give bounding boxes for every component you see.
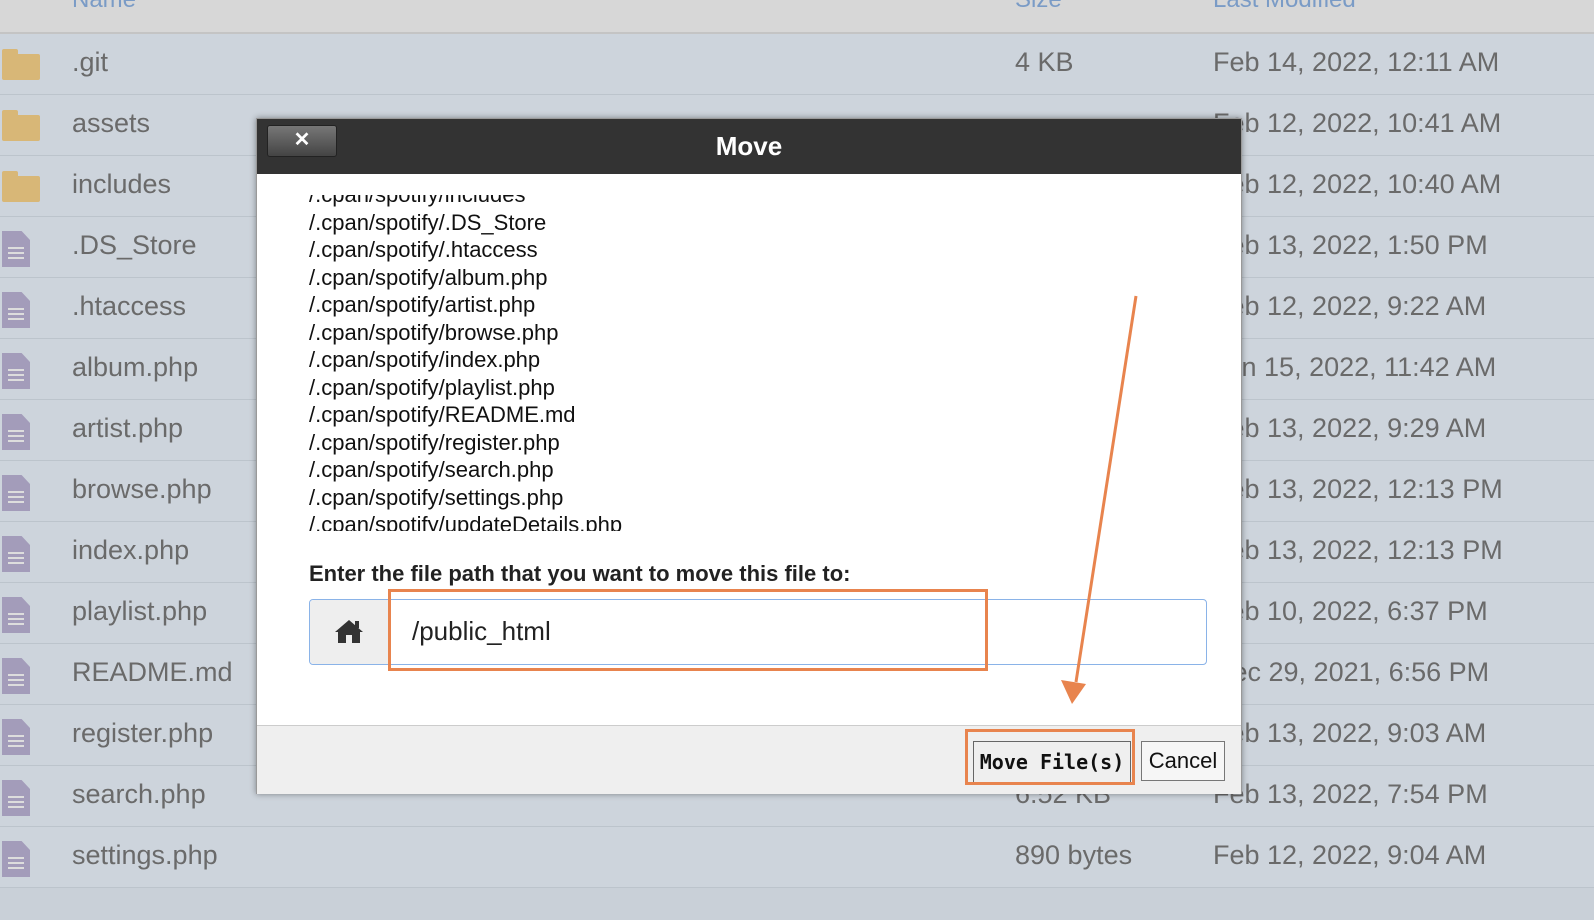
folder-icon: [2, 171, 40, 202]
file-modified: Feb 13, 2022, 9:29 AM: [1213, 413, 1487, 443]
file-icon: [2, 841, 30, 877]
folder-icon: [2, 110, 40, 141]
dialog-title: Move: [715, 131, 783, 161]
selected-file-path: /.cpan/spotify/playlist.php: [309, 374, 555, 400]
file-size: 890 bytes: [1015, 840, 1133, 870]
file-modified: Feb 13, 2022, 12:13 PM: [1213, 535, 1503, 565]
home-addon: [310, 600, 391, 664]
selected-file-path: /.cpan/spotify/index.php: [309, 347, 541, 372]
selected-file-path: /.cpan/spotify/README.md: [309, 402, 576, 427]
file-modified: Feb 14, 2022, 12:11 AM: [1213, 47, 1500, 77]
file-modified: Dec 29, 2021, 6:56 PM: [1213, 657, 1490, 687]
file-modified: Feb 13, 2022, 7:54 PM: [1213, 779, 1488, 809]
column-name-header[interactable]: Name: [72, 0, 136, 14]
file-modified: Feb 13, 2022, 1:50 PM: [1213, 230, 1488, 260]
file-name[interactable]: playlist.php: [72, 596, 207, 627]
file-list-header: Name Size Last Modified: [0, 0, 1594, 34]
file-row[interactable]: .git 4 KB Feb 14, 2022, 12:11 AM: [0, 34, 1594, 95]
selected-files-list[interactable]: /.cpan/spotify/includes/.cpan/spotify/.D…: [309, 195, 1009, 531]
file-icon: [2, 658, 30, 694]
file-icon: [2, 780, 30, 816]
file-modified: Feb 12, 2022, 10:40 AM: [1213, 169, 1502, 199]
file-icon: [2, 231, 30, 267]
move-dialog: ✕ Move /.cpan/spotify/includes/.cpan/spo…: [256, 118, 1242, 794]
selected-file-path: /.cpan/spotify/includes: [309, 195, 1009, 209]
file-modified: Feb 13, 2022, 9:03 AM: [1213, 718, 1487, 748]
file-name[interactable]: assets: [72, 108, 150, 139]
file-icon: [2, 414, 30, 450]
input-highlight-annotation: [388, 589, 988, 671]
file-modified: Feb 12, 2022, 10:41 AM: [1213, 108, 1502, 138]
selected-file-path: /.cpan/spotify/browse.php: [309, 319, 559, 345]
file-name[interactable]: .htaccess: [72, 291, 186, 322]
selected-file-path: /.cpan/spotify/register.php: [309, 429, 560, 455]
cancel-button[interactable]: Cancel: [1141, 741, 1225, 781]
file-modified: Feb 12, 2022, 9:22 AM: [1213, 291, 1487, 321]
file-name[interactable]: includes: [72, 169, 171, 200]
selected-file-path: /.cpan/spotify/artist.php: [309, 292, 536, 317]
file-size: 4 KB: [1015, 47, 1074, 77]
file-icon: [2, 719, 30, 755]
file-name[interactable]: search.php: [72, 779, 206, 810]
selected-file-path: /.cpan/spotify/updateDetails.php: [309, 512, 623, 531]
file-icon: [2, 597, 30, 633]
move-button-highlight-annotation: [965, 729, 1135, 785]
file-name[interactable]: index.php: [72, 535, 189, 566]
file-name[interactable]: .DS_Store: [72, 230, 197, 261]
file-icon: [2, 536, 30, 572]
folder-icon: [2, 49, 40, 80]
file-icon: [2, 353, 30, 389]
selected-file-path: /.cpan/spotify/album.php: [309, 264, 548, 290]
file-name[interactable]: .git: [72, 47, 108, 78]
selected-file-path: /.cpan/spotify/settings.php: [309, 484, 564, 510]
column-modified-header[interactable]: Last Modified: [1213, 0, 1356, 14]
file-name[interactable]: settings.php: [72, 840, 218, 871]
file-name[interactable]: album.php: [72, 352, 198, 383]
file-modified: Feb 13, 2022, 12:13 PM: [1213, 474, 1503, 504]
file-name[interactable]: README.md: [72, 657, 233, 688]
selected-file-path: /.cpan/spotify/.DS_Store: [309, 209, 547, 235]
dialog-titlebar: ✕ Move: [257, 119, 1241, 174]
selected-file-path: /.cpan/spotify/search.php: [309, 457, 554, 482]
column-size-header[interactable]: Size: [1015, 0, 1062, 14]
file-row[interactable]: settings.php 890 bytes Feb 12, 2022, 9:04 …: [0, 827, 1594, 888]
file-name[interactable]: artist.php: [72, 413, 183, 444]
file-name[interactable]: register.php: [72, 718, 213, 749]
file-modified: Feb 10, 2022, 6:37 PM: [1213, 596, 1488, 626]
file-icon: [2, 475, 30, 511]
file-modified: Jan 15, 2022, 11:42 AM: [1213, 352, 1497, 382]
file-icon: [2, 292, 30, 328]
file-modified: Feb 12, 2022, 9:04 AM: [1213, 840, 1487, 870]
file-name[interactable]: browse.php: [72, 474, 212, 505]
destination-prompt: Enter the file path that you want to mov…: [309, 561, 851, 586]
selected-file-path: /.cpan/spotify/.htaccess: [309, 237, 538, 262]
home-icon: [335, 620, 363, 643]
